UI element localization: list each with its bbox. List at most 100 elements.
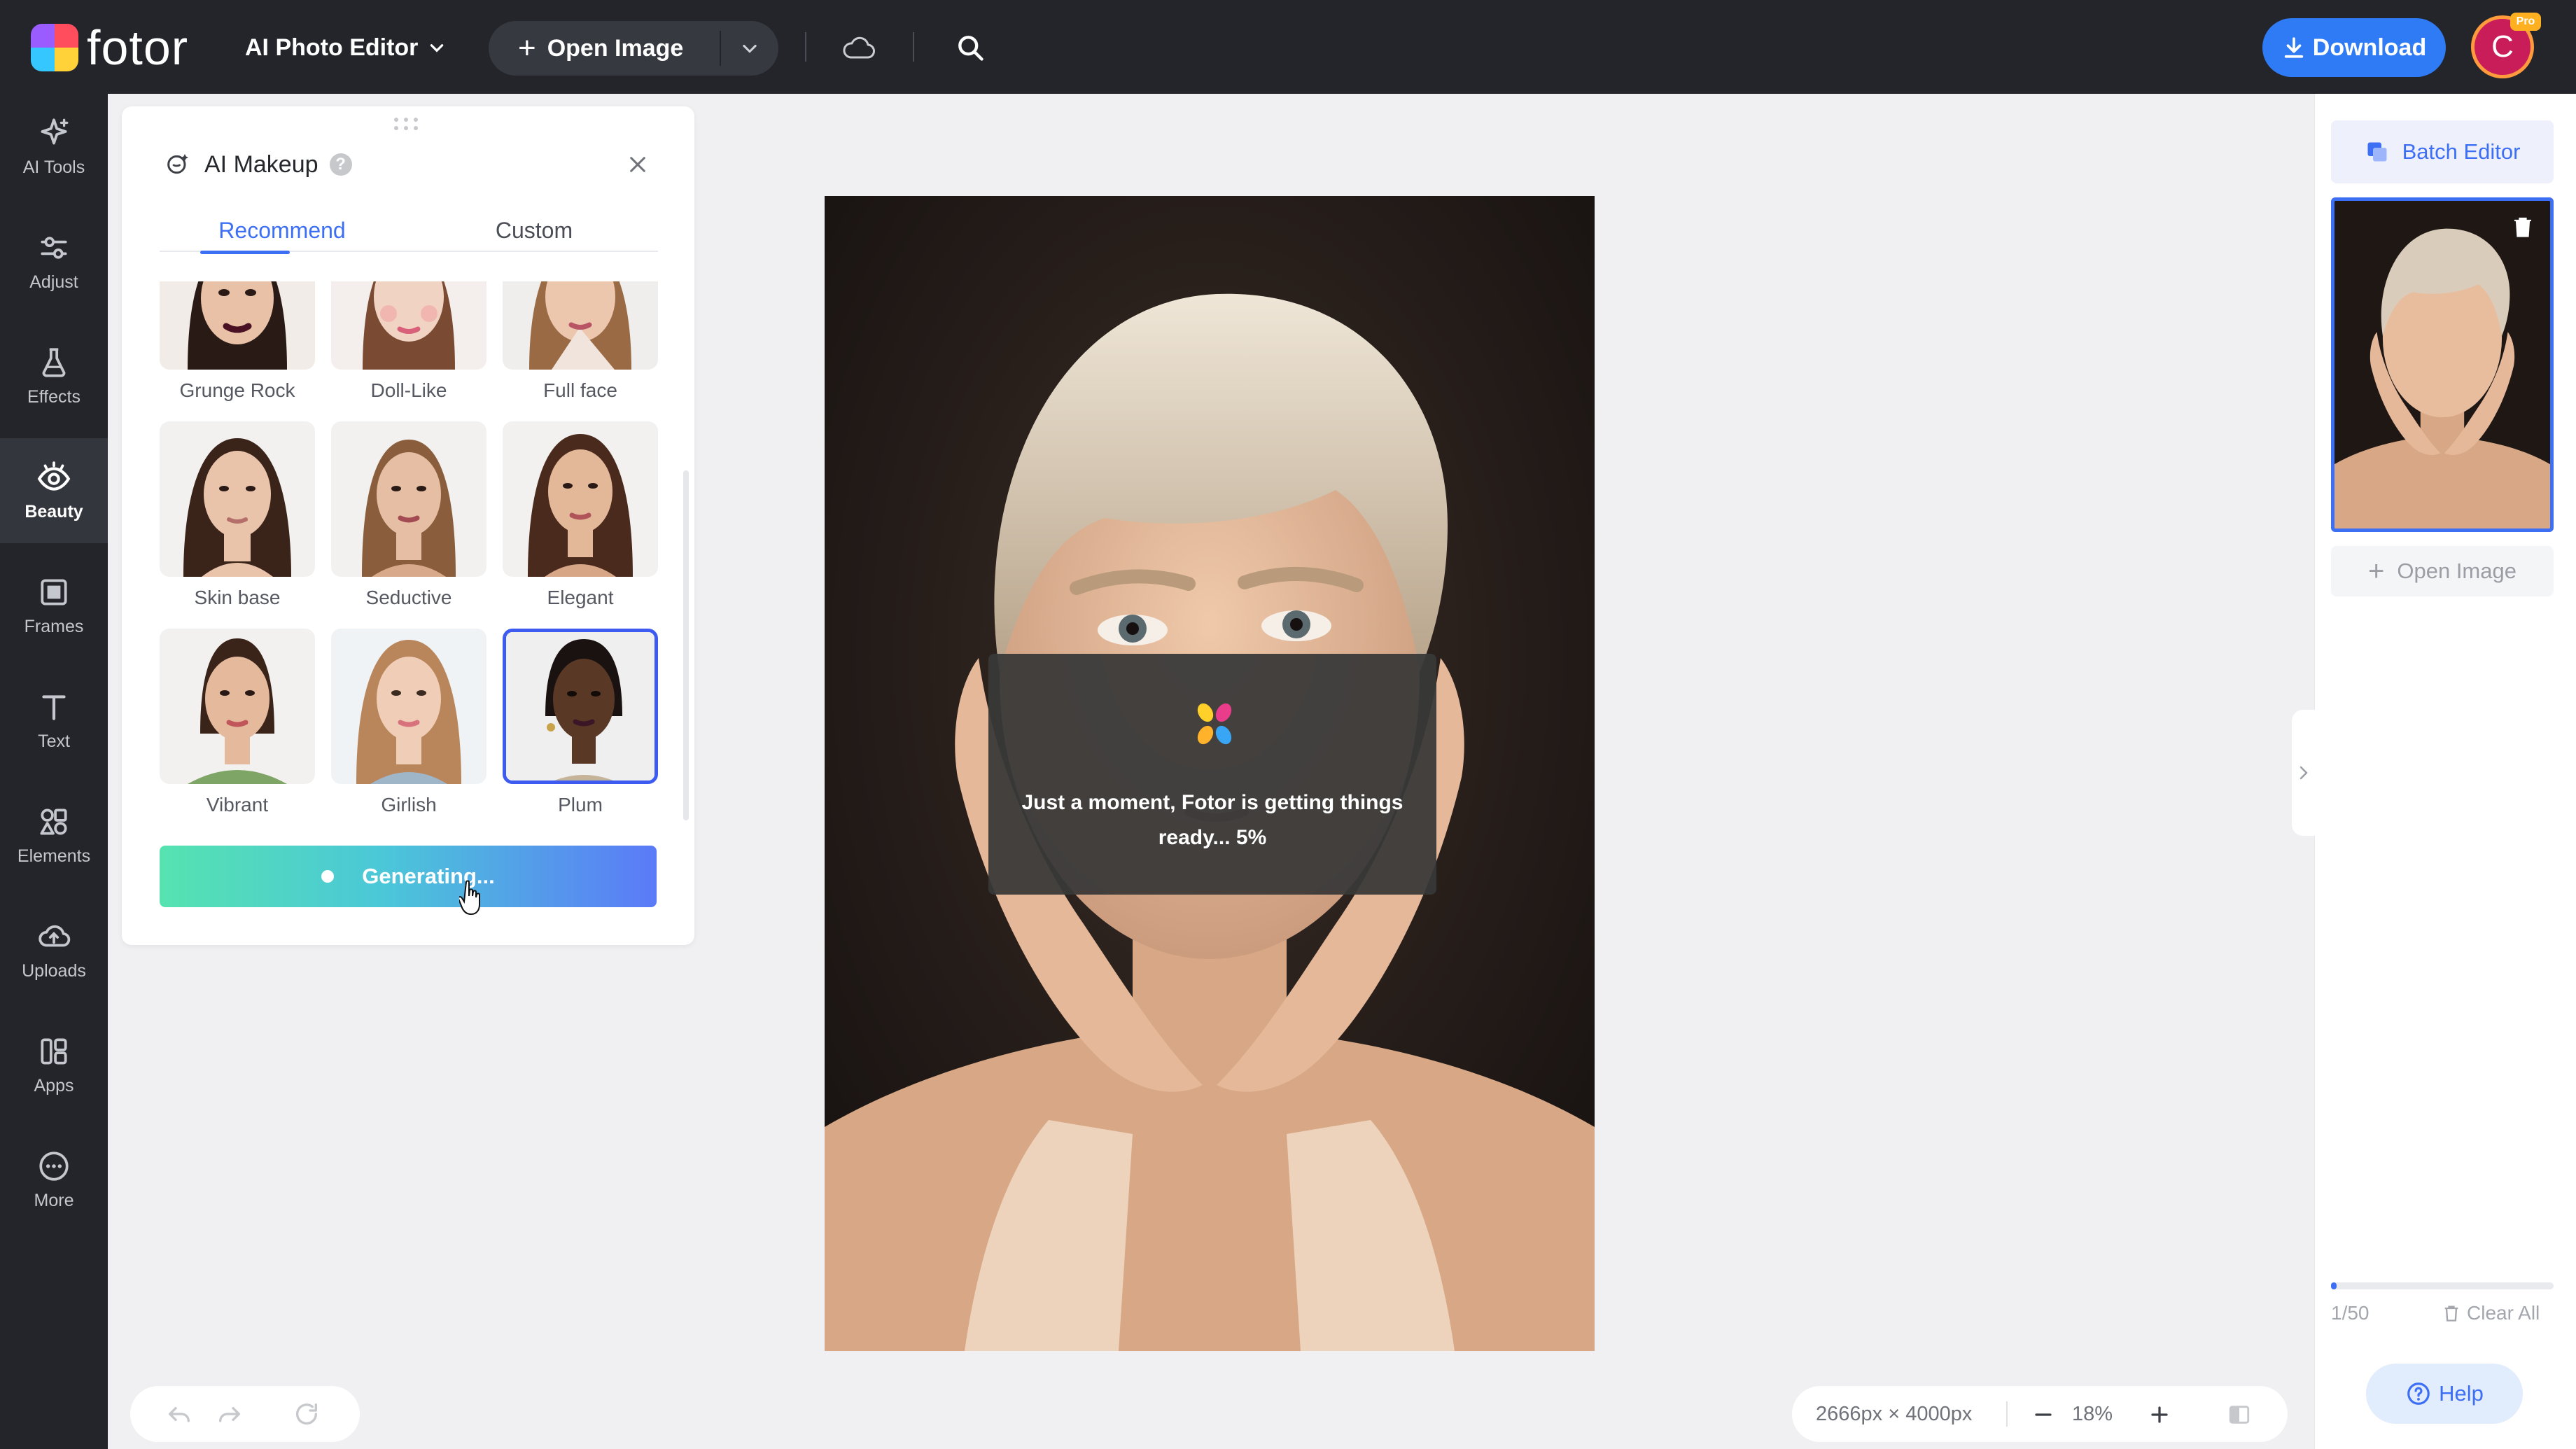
image-thumbnail[interactable] bbox=[2331, 197, 2554, 532]
preset-doll-like[interactable]: Doll-Like bbox=[331, 281, 486, 410]
collapse-panel-button[interactable] bbox=[2292, 710, 2316, 836]
download-button[interactable]: Download bbox=[2262, 18, 2446, 77]
fotor-logo-icon bbox=[31, 24, 78, 71]
preset-skin-base[interactable]: Skin base bbox=[160, 421, 315, 617]
generate-button[interactable]: Generating... bbox=[160, 846, 657, 907]
open-image-dropdown-button[interactable] bbox=[721, 21, 778, 76]
chevron-down-icon bbox=[430, 44, 444, 52]
batch-editor-label: Batch Editor bbox=[2402, 139, 2521, 164]
active-tab-indicator bbox=[200, 251, 290, 254]
cloud-button[interactable] bbox=[839, 28, 879, 67]
pro-badge: Pro bbox=[2510, 13, 2541, 31]
trash-icon bbox=[2444, 1306, 2458, 1322]
preset-thumbnail bbox=[503, 629, 658, 784]
preset-elegant[interactable]: Elegant bbox=[503, 421, 658, 617]
image-dimensions: 2666px × 4000px bbox=[1816, 1402, 1973, 1425]
preset-thumbnail bbox=[331, 421, 486, 577]
more-icon bbox=[39, 1151, 69, 1181]
drag-handle-icon[interactable] bbox=[392, 116, 420, 132]
preset-label: Seductive bbox=[365, 587, 452, 608]
add-image-label: Open Image bbox=[2397, 559, 2516, 583]
sidebar-item-label: Frames bbox=[24, 616, 84, 636]
divider bbox=[2006, 1401, 2008, 1427]
preset-thumbnail bbox=[160, 421, 315, 577]
sidebar-item-elements[interactable]: Elements bbox=[0, 783, 108, 888]
preset-full-face[interactable]: Full face bbox=[503, 281, 658, 410]
loading-dot-icon bbox=[321, 870, 335, 883]
product-menu[interactable]: AI Photo Editor bbox=[245, 28, 446, 67]
batch-progress-track bbox=[2331, 1282, 2554, 1289]
text-icon bbox=[42, 694, 66, 720]
tab-recommend[interactable]: Recommend bbox=[160, 210, 405, 251]
trash-icon[interactable] bbox=[2510, 214, 2535, 239]
sliders-icon bbox=[41, 236, 67, 259]
reset-icon bbox=[296, 1404, 318, 1425]
sidebar-item-text[interactable]: Text bbox=[0, 668, 108, 773]
help-icon[interactable]: ? bbox=[329, 153, 352, 176]
preset-grunge-rock[interactable]: Grunge Rock bbox=[160, 281, 315, 410]
panel-scrollbar[interactable] bbox=[683, 470, 689, 820]
divider bbox=[913, 32, 914, 62]
preset-plum[interactable]: Plum bbox=[503, 629, 658, 825]
zoom-level[interactable]: 18% bbox=[2072, 1386, 2113, 1442]
sidebar-item-ai-tools[interactable]: AI Tools bbox=[0, 94, 108, 199]
redo-button[interactable] bbox=[214, 1399, 245, 1429]
sidebar-item-frames[interactable]: Frames bbox=[0, 553, 108, 658]
sidebar-item-adjust[interactable]: Adjust bbox=[0, 209, 108, 314]
help-label: Help bbox=[2439, 1381, 2484, 1406]
preset-thumbnail bbox=[503, 281, 658, 370]
open-image-button[interactable]: + Open Image bbox=[489, 21, 720, 76]
compare-button[interactable] bbox=[2223, 1399, 2255, 1431]
compare-icon bbox=[2229, 1406, 2250, 1424]
batch-progress-fill bbox=[2331, 1282, 2337, 1289]
chevron-down-icon bbox=[743, 44, 757, 53]
sidebar-item-label: Beauty bbox=[24, 501, 83, 522]
preset-seductive[interactable]: Seductive bbox=[331, 421, 486, 617]
reset-button[interactable] bbox=[291, 1399, 322, 1429]
thumbnail-photo bbox=[2334, 201, 2550, 528]
close-icon bbox=[630, 157, 645, 172]
sidebar-item-effects[interactable]: Effects bbox=[0, 323, 108, 428]
help-button[interactable]: Help bbox=[2366, 1364, 2523, 1424]
preset-label: Vibrant bbox=[206, 794, 269, 816]
canvas-status-bar: 2666px × 4000px 18% bbox=[1792, 1386, 2288, 1442]
undo-button[interactable] bbox=[164, 1399, 195, 1429]
open-image-label: Open Image bbox=[547, 34, 684, 62]
batch-icon bbox=[2367, 142, 2387, 162]
fotor-logo[interactable]: fotor bbox=[31, 23, 188, 72]
clear-all-label: Clear All bbox=[2467, 1302, 2540, 1324]
add-image-button[interactable]: + Open Image bbox=[2331, 546, 2554, 596]
sidebar-item-apps[interactable]: Apps bbox=[0, 1012, 108, 1117]
shapes-icon bbox=[40, 808, 67, 835]
divider bbox=[805, 32, 806, 62]
preset-vibrant[interactable]: Vibrant bbox=[160, 629, 315, 825]
fotor-spinner-icon bbox=[1197, 703, 1232, 745]
sidebar-item-label: Effects bbox=[27, 386, 80, 407]
search-button[interactable] bbox=[949, 27, 991, 69]
preset-thumbnail bbox=[331, 629, 486, 784]
zoom-out-button[interactable] bbox=[2027, 1399, 2059, 1431]
chevron-right-icon bbox=[2300, 766, 2308, 780]
preset-girlish[interactable]: Girlish bbox=[331, 629, 486, 825]
preset-label: Plum bbox=[558, 794, 603, 816]
tab-custom[interactable]: Custom bbox=[412, 210, 657, 251]
preset-label: Full face bbox=[543, 379, 617, 401]
clear-all-button[interactable]: Clear All bbox=[2442, 1299, 2540, 1327]
close-button[interactable] bbox=[620, 147, 655, 182]
zoom-in-button[interactable] bbox=[2143, 1399, 2176, 1431]
sidebar-item-uploads[interactable]: Uploads bbox=[0, 897, 108, 1002]
plus-icon: + bbox=[518, 31, 536, 65]
eye-icon bbox=[37, 461, 71, 491]
flask-icon bbox=[42, 347, 66, 377]
sidebar-item-more[interactable]: More bbox=[0, 1127, 108, 1232]
ai-makeup-icon bbox=[167, 154, 188, 174]
sidebar-item-label: Adjust bbox=[29, 272, 78, 292]
open-image-group: + Open Image bbox=[489, 21, 778, 76]
sidebar-item-label: Uploads bbox=[22, 960, 86, 981]
help-circle-icon bbox=[2407, 1382, 2430, 1405]
preset-thumbnail bbox=[160, 281, 315, 370]
preset-thumbnail bbox=[160, 629, 315, 784]
sidebar-item-beauty[interactable]: Beauty bbox=[0, 438, 108, 543]
batch-editor-button[interactable]: Batch Editor bbox=[2331, 120, 2554, 183]
sidebar-item-label: Text bbox=[38, 731, 70, 751]
